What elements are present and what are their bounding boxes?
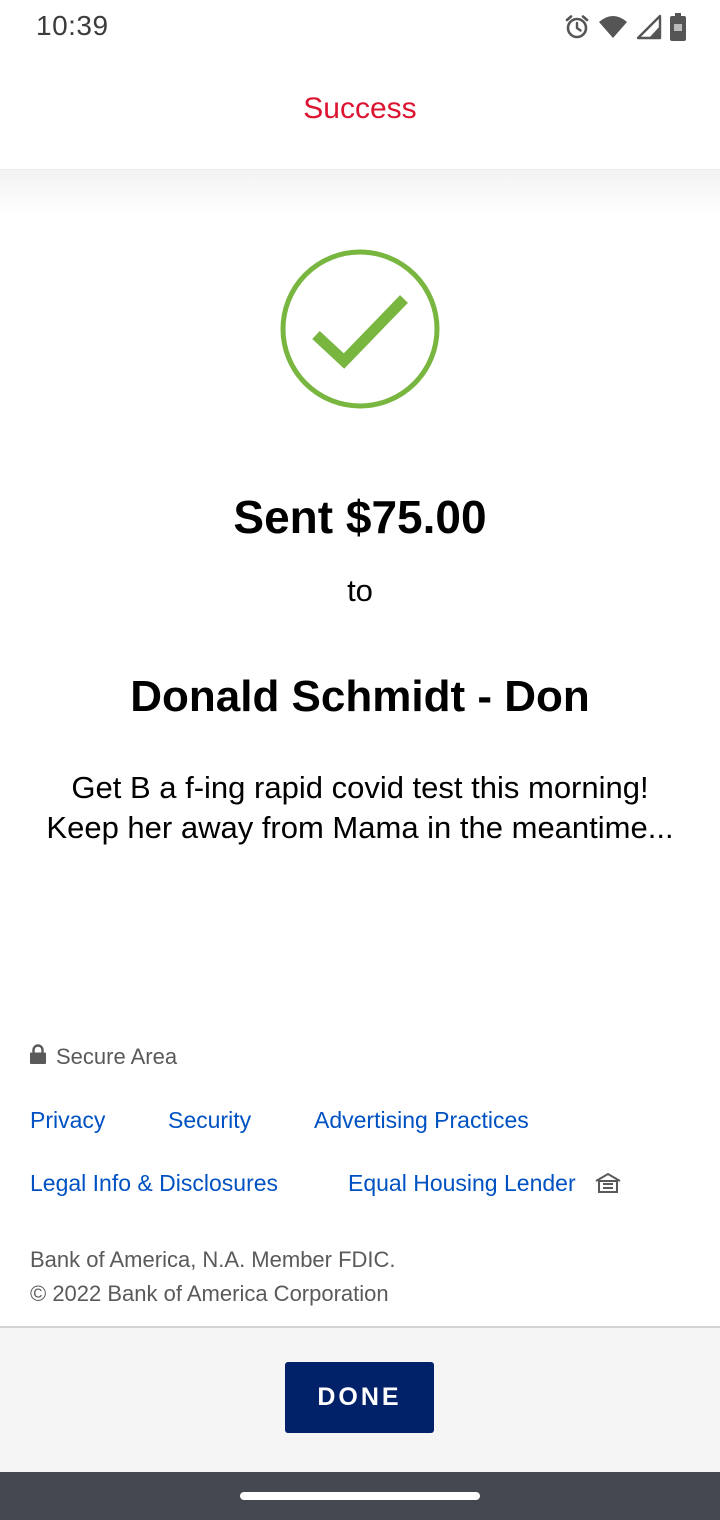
to-text: to bbox=[347, 573, 373, 608]
checkmark-icon bbox=[280, 249, 440, 409]
legal-line-copyright: © 2022 Bank of America Corporation bbox=[30, 1281, 389, 1306]
legal-info-link[interactable]: Legal Info & Disclosures bbox=[30, 1170, 278, 1197]
wifi-icon bbox=[598, 14, 628, 40]
legal-text: Bank of America, N.A. Member FDIC. © 202… bbox=[30, 1243, 396, 1311]
equal-housing-icon bbox=[594, 1172, 622, 1199]
app-header: Success bbox=[0, 54, 720, 170]
done-button[interactable]: DONE bbox=[285, 1362, 434, 1433]
status-time: 10:39 bbox=[36, 10, 109, 41]
page-title: Success bbox=[303, 91, 417, 125]
advertising-practices-link[interactable]: Advertising Practices bbox=[314, 1107, 529, 1134]
status-icons bbox=[564, 12, 686, 42]
lock-icon bbox=[30, 1044, 46, 1070]
equal-housing-lender-link[interactable]: Equal Housing Lender bbox=[348, 1170, 576, 1197]
secure-area: Secure Area bbox=[30, 1044, 177, 1070]
sent-amount: Sent $75.00 bbox=[233, 491, 487, 543]
system-nav-bar bbox=[0, 1472, 720, 1520]
home-gesture-handle[interactable] bbox=[240, 1492, 480, 1500]
signal-icon bbox=[636, 14, 662, 40]
battery-icon bbox=[670, 13, 686, 41]
alarm-icon bbox=[564, 14, 590, 40]
recipient-name: Donald Schmidt - Don bbox=[130, 672, 590, 721]
privacy-link[interactable]: Privacy bbox=[30, 1107, 105, 1134]
action-bar: DONE bbox=[0, 1326, 720, 1472]
secure-area-label: Secure Area bbox=[56, 1044, 178, 1069]
header-shadow bbox=[0, 170, 720, 218]
status-bar: 10:39 bbox=[0, 0, 720, 54]
transfer-memo: Get B a f-ing rapid covid test this morn… bbox=[46, 770, 674, 845]
security-link[interactable]: Security bbox=[168, 1107, 251, 1134]
legal-line-fdic: Bank of America, N.A. Member FDIC. bbox=[30, 1247, 396, 1272]
